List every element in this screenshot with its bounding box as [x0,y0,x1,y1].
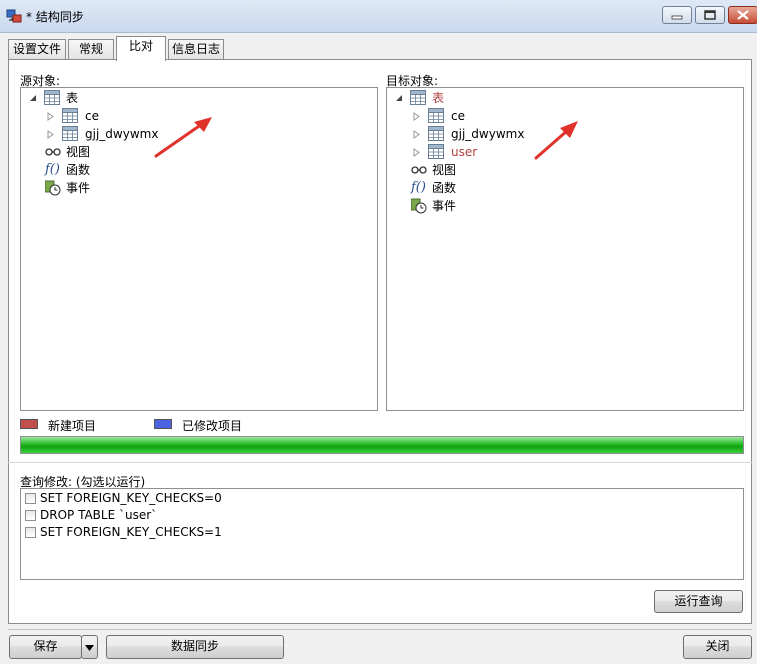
collapse-arrow-icon[interactable] [29,94,37,102]
query-checkbox[interactable] [25,493,36,504]
source-views-label: 视图 [66,145,91,159]
tab-general[interactable]: 常规 [68,39,114,59]
query-text: SET FOREIGN_KEY_CHECKS=1 [40,525,222,539]
table-icon [410,90,426,105]
minimize-button[interactable] [662,6,692,24]
expand-arrow-icon[interactable] [413,148,420,157]
window-title: * 结构同步 [26,10,84,24]
target-events-label: 事件 [432,199,457,213]
table-icon [428,144,444,159]
modified-item-swatch [154,419,172,429]
target-tables-label: 表 [432,91,445,105]
source-table-name: gjj_dwywmx [85,127,159,141]
query-list: SET FOREIGN_KEY_CHECKS=0 DROP TABLE `use… [20,488,744,580]
annotation-arrow-icon [154,117,212,158]
compare-progress-bar [20,436,744,454]
target-functions-label: 函数 [432,181,457,195]
query-checkbox[interactable] [25,527,36,538]
expand-arrow-icon[interactable] [47,112,54,121]
tab-compare[interactable]: 比对 [116,36,166,61]
run-query-button[interactable]: 运行查询 [654,590,743,613]
table-icon [62,126,78,141]
data-sync-button[interactable]: 数据同步 [106,635,284,659]
expand-arrow-icon[interactable] [413,130,420,139]
expand-arrow-icon[interactable] [413,112,420,121]
query-text: DROP TABLE `user` [40,508,158,522]
maximize-button[interactable] [695,6,725,24]
save-dropdown-button[interactable] [81,635,98,659]
target-table-name: gjj_dwywmx [451,127,525,141]
table-icon [62,108,78,123]
target-table-name-new: user [451,145,478,159]
annotation-arrow-icon [534,121,578,160]
table-icon [428,126,444,141]
modified-item-legend-label: 已修改项目 [182,419,243,433]
maximize-icon [704,10,716,20]
collapse-arrow-icon[interactable] [395,94,403,102]
close-window-button[interactable] [728,6,757,24]
source-events-label: 事件 [66,181,91,195]
target-views-label: 视图 [432,163,457,177]
close-button[interactable]: 关闭 [683,635,752,659]
progress-fill [21,437,743,453]
source-functions-label: 函数 [66,163,91,177]
query-checkbox[interactable] [25,510,36,521]
source-table-name: ce [85,109,99,123]
table-icon [44,90,60,105]
sync-app-icon [6,9,22,23]
new-item-legend-label: 新建项目 [48,419,97,433]
panel-divider [8,462,752,463]
target-table-name: ce [451,109,465,123]
footer-separator [8,629,752,630]
source-tables-label: 表 [66,91,79,105]
event-clock-icon [45,180,61,196]
close-icon [737,10,749,20]
function-icon: f() [411,180,426,195]
expand-arrow-icon[interactable] [47,130,54,139]
tab-settings-file[interactable]: 设置文件 [8,39,66,59]
table-icon [428,108,444,123]
minimize-icon [671,15,683,20]
event-clock-icon [411,198,427,214]
view-glasses-icon [45,148,61,156]
dropdown-arrow-icon [85,645,94,651]
new-item-swatch [20,419,38,429]
view-glasses-icon [411,166,427,174]
save-button[interactable]: 保存 [9,635,82,659]
query-text: SET FOREIGN_KEY_CHECKS=0 [40,491,222,505]
tab-info-log[interactable]: 信息日志 [168,39,224,59]
function-icon: f() [45,162,60,177]
title-bar: * 结构同步 [0,0,757,33]
